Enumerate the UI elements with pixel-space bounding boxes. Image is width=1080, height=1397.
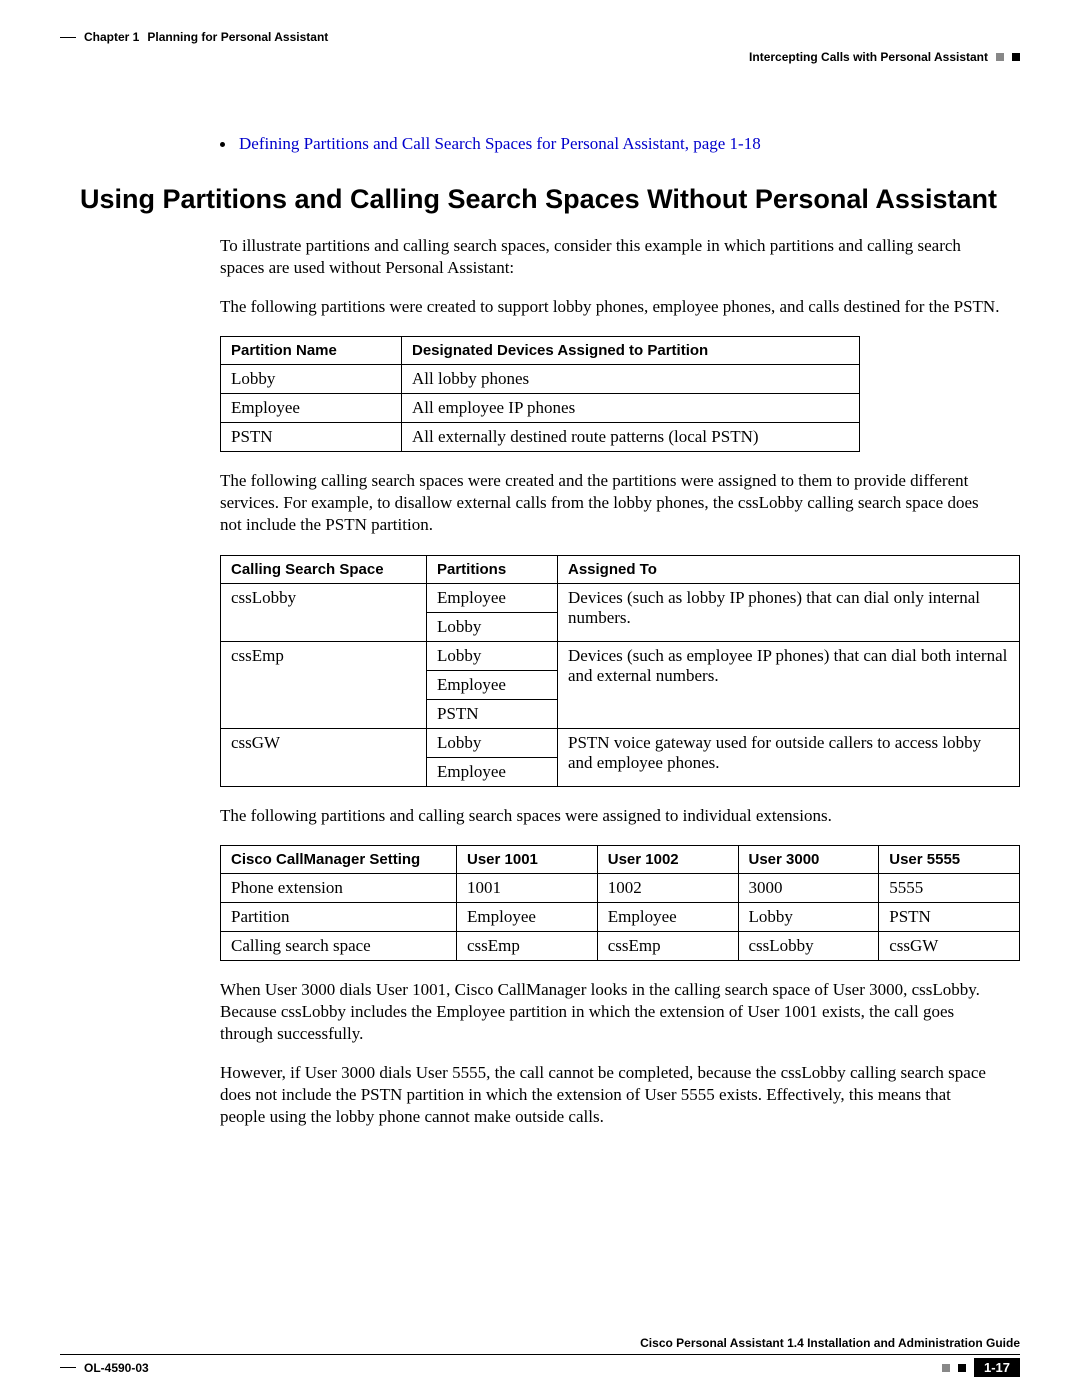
table-cell: All employee IP phones (402, 394, 860, 423)
table-cell: Lobby (738, 902, 879, 931)
table-cell: All lobby phones (402, 365, 860, 394)
paragraph: When User 3000 dials User 1001, Cisco Ca… (220, 979, 1000, 1045)
table-header: Partitions (427, 555, 558, 583)
table-cell: Employee (427, 757, 558, 786)
footer-guide-title: Cisco Personal Assistant 1.4 Installatio… (60, 1336, 1020, 1350)
table-header: User 1002 (597, 845, 738, 873)
table-cell: Employee (427, 583, 558, 612)
table-cell: Calling search space (221, 931, 457, 960)
table-header: User 5555 (879, 845, 1020, 873)
paragraph: The following calling search spaces were… (220, 470, 1000, 536)
table-cell: Employee (221, 394, 402, 423)
table-cell: Partition (221, 902, 457, 931)
table-row: Phone extension 1001 1002 3000 5555 (221, 873, 1020, 902)
table-row: cssEmp Lobby Devices (such as employee I… (221, 641, 1020, 670)
table-cell: cssLobby (221, 583, 427, 641)
table-cell: Lobby (427, 641, 558, 670)
xref-link[interactable]: Defining Partitions and Call Search Spac… (239, 134, 761, 154)
table-row: cssLobby Employee Devices (such as lobby… (221, 583, 1020, 612)
paragraph: However, if User 3000 dials User 5555, t… (220, 1062, 1000, 1128)
table-cell: All externally destined route patterns (… (402, 423, 860, 452)
table-cell: Devices (such as lobby IP phones) that c… (558, 583, 1020, 641)
table-cell: Employee (597, 902, 738, 931)
table-cell: Lobby (427, 612, 558, 641)
table-row: Calling search space cssEmp cssEmp cssLo… (221, 931, 1020, 960)
header-rule-icon (60, 37, 76, 38)
table-header: Cisco CallManager Setting (221, 845, 457, 873)
table-cell: 1002 (597, 873, 738, 902)
table-cell: PSTN (221, 423, 402, 452)
table-header: User 3000 (738, 845, 879, 873)
footer-left: OL-4590-03 (60, 1361, 149, 1375)
chapter-label: Chapter 1 (84, 30, 139, 44)
table-row: cssGW Lobby PSTN voice gateway used for … (221, 728, 1020, 757)
table-header: Partition Name (221, 337, 402, 365)
paragraph: The following partitions and calling sea… (220, 805, 1000, 827)
table-cell: cssGW (879, 931, 1020, 960)
table-cell: cssEmp (221, 641, 427, 728)
table-cell: cssGW (221, 728, 427, 786)
table-header: Assigned To (558, 555, 1020, 583)
table-cell: 5555 (879, 873, 1020, 902)
table-cell: Employee (427, 670, 558, 699)
bullet-item: Defining Partitions and Call Search Spac… (220, 134, 1020, 154)
table-cell: Phone extension (221, 873, 457, 902)
table-header: User 1001 (457, 845, 598, 873)
chapter-title: Planning for Personal Assistant (147, 30, 328, 44)
partition-table: Partition Name Designated Devices Assign… (220, 336, 860, 452)
footer-right: 1-17 (942, 1358, 1020, 1377)
table-cell: 1001 (457, 873, 598, 902)
header-marker-icon (1012, 53, 1020, 61)
table-cell: cssLobby (738, 931, 879, 960)
paragraph: To illustrate partitions and calling sea… (220, 235, 1000, 279)
section-title: Intercepting Calls with Personal Assista… (749, 50, 988, 64)
table-row: PSTN All externally destined route patte… (221, 423, 860, 452)
table-cell: cssEmp (457, 931, 598, 960)
bullet-icon (220, 142, 225, 147)
table-header: Designated Devices Assigned to Partition (402, 337, 860, 365)
table-cell: Employee (457, 902, 598, 931)
extension-table: Cisco CallManager Setting User 1001 User… (220, 845, 1020, 961)
header-left: Chapter 1 Planning for Personal Assistan… (60, 30, 328, 44)
footer-rule-icon (60, 1354, 1020, 1355)
footer-marker-icon (942, 1364, 950, 1372)
table-row: Partition Employee Employee Lobby PSTN (221, 902, 1020, 931)
table-cell: Lobby (427, 728, 558, 757)
header-right: Intercepting Calls with Personal Assista… (749, 50, 1020, 64)
header-marker-icon (996, 53, 1004, 61)
paragraph: The following partitions were created to… (220, 296, 1000, 318)
css-table: Calling Search Space Partitions Assigned… (220, 555, 1020, 787)
table-header: Calling Search Space (221, 555, 427, 583)
table-cell: Lobby (221, 365, 402, 394)
footer-rule-icon (60, 1367, 76, 1368)
table-cell: Devices (such as employee IP phones) tha… (558, 641, 1020, 728)
table-cell: PSTN voice gateway used for outside call… (558, 728, 1020, 786)
section-heading: Using Partitions and Calling Search Spac… (80, 184, 1020, 215)
page-header: Chapter 1 Planning for Personal Assistan… (60, 30, 1020, 64)
table-row: Lobby All lobby phones (221, 365, 860, 394)
table-row: Employee All employee IP phones (221, 394, 860, 423)
doc-id: OL-4590-03 (84, 1361, 149, 1375)
table-cell: cssEmp (597, 931, 738, 960)
footer-marker-icon (958, 1364, 966, 1372)
page-footer: Cisco Personal Assistant 1.4 Installatio… (60, 1336, 1020, 1377)
table-cell: 3000 (738, 873, 879, 902)
table-cell: PSTN (879, 902, 1020, 931)
page-number: 1-17 (974, 1358, 1020, 1377)
table-cell: PSTN (427, 699, 558, 728)
